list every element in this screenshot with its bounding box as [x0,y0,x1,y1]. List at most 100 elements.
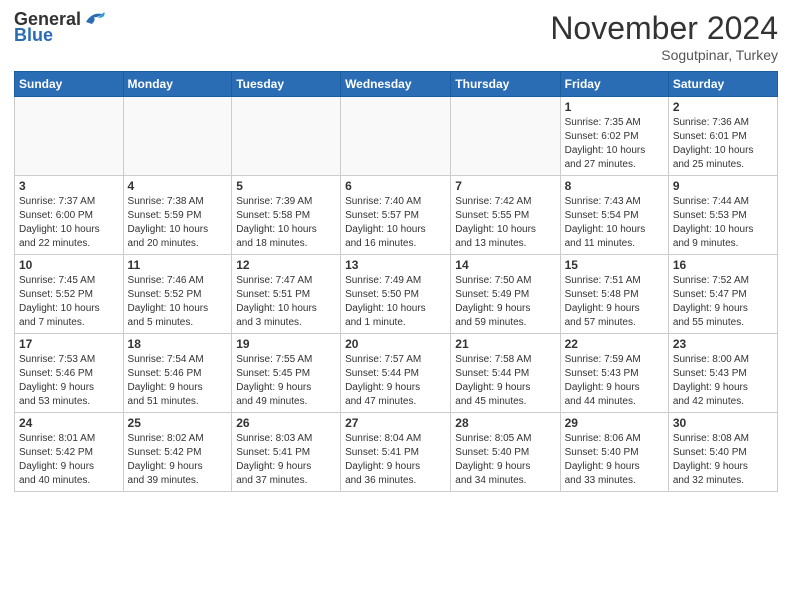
calendar-cell: 13 Sunrise: 7:49 AM Sunset: 5:50 PM Dayli… [341,255,451,334]
day-number: 7 [455,179,555,193]
calendar-cell: 25 Sunrise: 8:02 AM Sunset: 5:42 PM Dayli… [123,413,232,492]
logo-blue-text: Blue [14,30,53,46]
day-number: 26 [236,416,336,430]
day-info: Sunrise: 7:44 AM Sunset: 5:53 PM Dayligh… [673,195,773,251]
day-number: 27 [345,416,446,430]
day-number: 6 [345,179,446,193]
calendar-cell: 23 Sunrise: 8:00 AM Sunset: 5:43 PM Dayli… [668,334,777,413]
calendar-cell: 8Sunrise: 7:43 AM Sunset: 5:54 PM Daylig… [560,176,668,255]
weekday-header-row: SundayMondayTuesdayWednesdayThursdayFrid… [15,72,778,97]
weekday-header-saturday: Saturday [668,72,777,97]
day-info: Sunrise: 7:59 AM Sunset: 5:43 PM Dayligh… [565,353,664,409]
logo-bird-icon [84,10,106,28]
day-number: 10 [19,258,119,272]
day-info: Sunrise: 7:38 AM Sunset: 5:59 PM Dayligh… [128,195,228,251]
day-info: Sunrise: 7:57 AM Sunset: 5:44 PM Dayligh… [345,353,446,409]
day-number: 4 [128,179,228,193]
calendar-cell: 7 Sunrise: 7:42 AM Sunset: 5:55 PM Daylig… [451,176,560,255]
day-number: 12 [236,258,336,272]
calendar-cell: 30 Sunrise: 8:08 AM Sunset: 5:40 PM Dayli… [668,413,777,492]
day-number: 25 [128,416,228,430]
day-info: Sunrise: 8:04 AM Sunset: 5:41 PM Dayligh… [345,432,446,488]
day-info: Sunrise: 7:42 AM Sunset: 5:55 PM Dayligh… [455,195,555,251]
day-info: Sunrise: 7:40 AM Sunset: 5:57 PM Dayligh… [345,195,446,251]
calendar-cell: 4 Sunrise: 7:38 AM Sunset: 5:59 PM Daylig… [123,176,232,255]
day-info: Sunrise: 7:45 AM Sunset: 5:52 PM Dayligh… [19,274,119,330]
calendar-cell: 28 Sunrise: 8:05 AM Sunset: 5:40 PM Dayli… [451,413,560,492]
day-info: Sunrise: 8:03 AM Sunset: 5:41 PM Dayligh… [236,432,336,488]
calendar-cell: 10 Sunrise: 7:45 AM Sunset: 5:52 PM Dayli… [15,255,124,334]
day-info: Sunrise: 7:37 AM Sunset: 6:00 PM Dayligh… [19,195,119,251]
day-info: Sunrise: 7:36 AM Sunset: 6:01 PM Dayligh… [673,116,773,172]
calendar-cell: 6 Sunrise: 7:40 AM Sunset: 5:57 PM Daylig… [341,176,451,255]
day-info: Sunrise: 7:50 AM Sunset: 5:49 PM Dayligh… [455,274,555,330]
day-number: 23 [673,337,773,351]
calendar-cell: 1Sunrise: 7:35 AM Sunset: 6:02 PM Daylig… [560,97,668,176]
day-number: 18 [128,337,228,351]
calendar-cell: 3Sunrise: 7:37 AM Sunset: 6:00 PM Daylig… [15,176,124,255]
day-info: Sunrise: 7:43 AM Sunset: 5:54 PM Dayligh… [565,195,664,251]
calendar-cell: 15Sunrise: 7:51 AM Sunset: 5:48 PM Dayli… [560,255,668,334]
calendar: SundayMondayTuesdayWednesdayThursdayFrid… [14,71,778,492]
day-number: 22 [565,337,664,351]
day-number: 5 [236,179,336,193]
day-info: Sunrise: 8:05 AM Sunset: 5:40 PM Dayligh… [455,432,555,488]
day-info: Sunrise: 7:58 AM Sunset: 5:44 PM Dayligh… [455,353,555,409]
weekday-header-tuesday: Tuesday [232,72,341,97]
day-number: 17 [19,337,119,351]
location: Sogutpinar, Turkey [550,47,778,63]
calendar-cell: 17 Sunrise: 7:53 AM Sunset: 5:46 PM Dayli… [15,334,124,413]
calendar-cell: 16 Sunrise: 7:52 AM Sunset: 5:47 PM Dayli… [668,255,777,334]
day-info: Sunrise: 7:47 AM Sunset: 5:51 PM Dayligh… [236,274,336,330]
calendar-cell: 21 Sunrise: 7:58 AM Sunset: 5:44 PM Dayli… [451,334,560,413]
day-number: 1 [565,100,664,114]
day-info: Sunrise: 8:00 AM Sunset: 5:43 PM Dayligh… [673,353,773,409]
day-info: Sunrise: 7:46 AM Sunset: 5:52 PM Dayligh… [128,274,228,330]
day-number: 28 [455,416,555,430]
week-row-5: 24 Sunrise: 8:01 AM Sunset: 5:42 PM Dayli… [15,413,778,492]
month-year: November 2024 [550,10,778,47]
day-info: Sunrise: 8:08 AM Sunset: 5:40 PM Dayligh… [673,432,773,488]
calendar-cell: 24 Sunrise: 8:01 AM Sunset: 5:42 PM Dayli… [15,413,124,492]
day-info: Sunrise: 7:49 AM Sunset: 5:50 PM Dayligh… [345,274,446,330]
day-info: Sunrise: 7:53 AM Sunset: 5:46 PM Dayligh… [19,353,119,409]
weekday-header-monday: Monday [123,72,232,97]
day-number: 29 [565,416,664,430]
calendar-cell: 29 Sunrise: 8:06 AM Sunset: 5:40 PM Dayli… [560,413,668,492]
day-number: 30 [673,416,773,430]
calendar-cell: 2 Sunrise: 7:36 AM Sunset: 6:01 PM Daylig… [668,97,777,176]
calendar-cell: 20Sunrise: 7:57 AM Sunset: 5:44 PM Dayli… [341,334,451,413]
day-info: Sunrise: 7:51 AM Sunset: 5:48 PM Dayligh… [565,274,664,330]
day-number: 24 [19,416,119,430]
day-number: 16 [673,258,773,272]
calendar-cell: 26 Sunrise: 8:03 AM Sunset: 5:41 PM Dayli… [232,413,341,492]
calendar-cell [123,97,232,176]
day-number: 19 [236,337,336,351]
day-info: Sunrise: 7:39 AM Sunset: 5:58 PM Dayligh… [236,195,336,251]
day-number: 13 [345,258,446,272]
day-info: Sunrise: 8:06 AM Sunset: 5:40 PM Dayligh… [565,432,664,488]
day-info: Sunrise: 8:01 AM Sunset: 5:42 PM Dayligh… [19,432,119,488]
week-row-1: 1Sunrise: 7:35 AM Sunset: 6:02 PM Daylig… [15,97,778,176]
calendar-cell: 22 Sunrise: 7:59 AM Sunset: 5:43 PM Dayli… [560,334,668,413]
logo: General Blue [14,10,106,46]
calendar-cell: 11 Sunrise: 7:46 AM Sunset: 5:52 PM Dayli… [123,255,232,334]
day-info: Sunrise: 7:52 AM Sunset: 5:47 PM Dayligh… [673,274,773,330]
calendar-cell [15,97,124,176]
calendar-cell: 14Sunrise: 7:50 AM Sunset: 5:49 PM Dayli… [451,255,560,334]
day-number: 21 [455,337,555,351]
day-number: 9 [673,179,773,193]
header: General Blue November 2024 Sogutpinar, T… [14,10,778,63]
week-row-3: 10 Sunrise: 7:45 AM Sunset: 5:52 PM Dayli… [15,255,778,334]
day-info: Sunrise: 8:02 AM Sunset: 5:42 PM Dayligh… [128,432,228,488]
calendar-cell: 12 Sunrise: 7:47 AM Sunset: 5:51 PM Dayli… [232,255,341,334]
calendar-cell: 19 Sunrise: 7:55 AM Sunset: 5:45 PM Dayli… [232,334,341,413]
calendar-cell: 9 Sunrise: 7:44 AM Sunset: 5:53 PM Daylig… [668,176,777,255]
weekday-header-wednesday: Wednesday [341,72,451,97]
day-info: Sunrise: 7:55 AM Sunset: 5:45 PM Dayligh… [236,353,336,409]
weekday-header-sunday: Sunday [15,72,124,97]
calendar-cell [232,97,341,176]
week-row-4: 17 Sunrise: 7:53 AM Sunset: 5:46 PM Dayli… [15,334,778,413]
day-number: 11 [128,258,228,272]
day-number: 2 [673,100,773,114]
